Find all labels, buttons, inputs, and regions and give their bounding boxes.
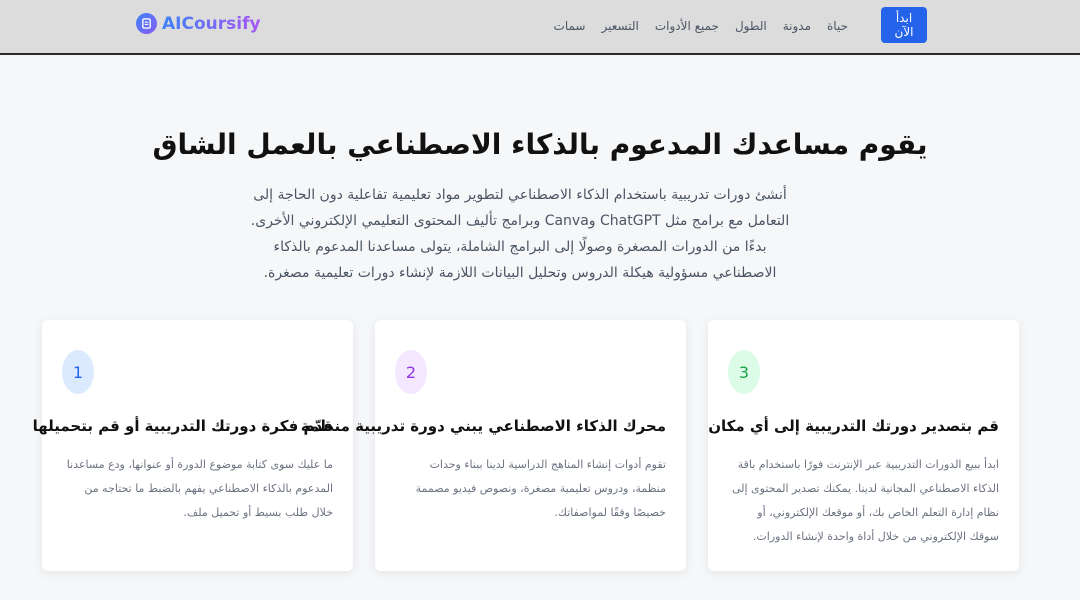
hero-title: يقوم مساعدك المدعوم بالذكاء الاصطناعي با… [152, 128, 928, 161]
brand-logo[interactable]: AICoursify [136, 13, 261, 34]
step-number-badge: 2 [395, 350, 427, 394]
logo-icon [136, 13, 157, 34]
nav-link-life[interactable]: حياة [827, 19, 848, 33]
step-description: ما عليك سوى كتابة موضوع الدورة أو عنوانه… [66, 458, 333, 519]
step-description: تقوم أدوات إنشاء المناهج الدراسية لدينا … [415, 458, 666, 519]
step-card-1: 1 قدّم فكرة دورتك التدريبية أو قم بتحميل… [32, 320, 353, 571]
step-title: محرك الذكاء الاصطناعي يبني دورة تدريبية … [300, 417, 666, 435]
top-navbar: AICoursify حياة مدونة الطول جميع الأدوات… [0, 0, 1080, 55]
nav-link-all-tools[interactable]: جميع الأدوات [655, 19, 719, 33]
step-description: ابدأ ببيع الدورات التدريبية عبر الإنترنت… [731, 458, 999, 543]
nav-link-pricing[interactable]: التسعير [601, 19, 638, 33]
hero-description: أنشئ دورات تدريبية باستخدام الذكاء الاصط… [250, 187, 790, 281]
nav-link-blog[interactable]: مدونة [783, 19, 811, 33]
nav-links: حياة مدونة الطول جميع الأدوات التسعير سم… [554, 0, 848, 52]
step-number-badge: 3 [728, 350, 760, 394]
step-number: 1 [72, 362, 84, 382]
brand-name: AICoursify [162, 13, 261, 34]
step-number: 3 [738, 362, 750, 382]
get-started-button[interactable]: ابدأ الآن [881, 7, 927, 43]
step-title: قدّم فكرة دورتك التدريبية أو قم بتحميلها [32, 417, 333, 435]
nav-link-length[interactable]: الطول [735, 19, 767, 33]
step-card-2: 2 محرك الذكاء الاصطناعي يبني دورة تدريبي… [300, 320, 686, 571]
step-title: قم بتصدير دورتك التدريبية إلى أي مكان [708, 417, 999, 435]
step-card-3: 3 قم بتصدير دورتك التدريبية إلى أي مكان … [708, 320, 1019, 571]
nav-link-features[interactable]: سمات [554, 19, 586, 33]
step-number: 2 [405, 362, 417, 382]
step-number-badge: 1 [62, 350, 94, 394]
